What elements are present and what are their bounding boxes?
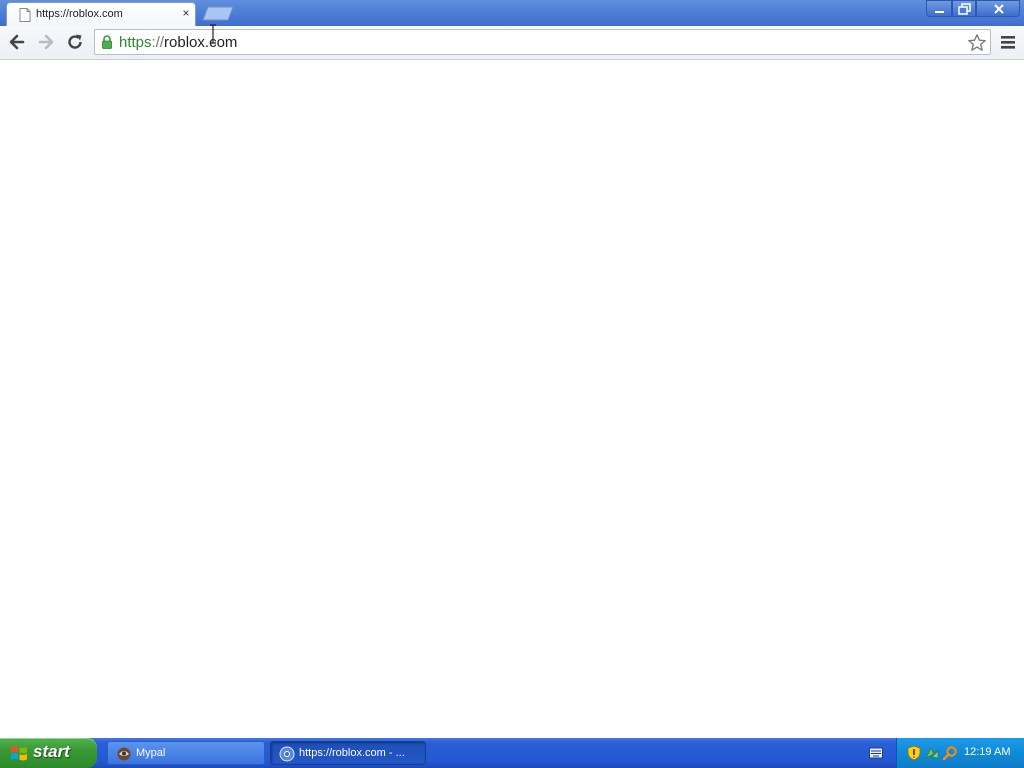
page-content bbox=[0, 60, 1024, 738]
tab-roblox[interactable]: https://roblox.com × bbox=[6, 2, 196, 26]
windows-logo-icon bbox=[11, 746, 27, 761]
taskbar-item-mypal[interactable]: Mypal bbox=[107, 741, 265, 765]
star-icon[interactable] bbox=[967, 33, 987, 53]
minimize-button[interactable] bbox=[926, 0, 952, 17]
text-cursor-icon bbox=[210, 24, 216, 44]
browser-toolbar: https://roblox.com bbox=[0, 26, 1024, 60]
chrome-icon bbox=[279, 746, 295, 762]
arrow-right-icon[interactable] bbox=[36, 32, 56, 52]
taskbar-item-chrome[interactable]: https://roblox.com - ... bbox=[270, 741, 426, 765]
close-icon bbox=[994, 4, 1004, 14]
new-tab-button[interactable] bbox=[202, 6, 234, 21]
url-separator: :// bbox=[151, 34, 165, 51]
url-scheme: https bbox=[119, 34, 152, 51]
arrow-left-icon[interactable] bbox=[7, 32, 27, 52]
lock-icon bbox=[102, 35, 112, 49]
keyboard-icon[interactable] bbox=[869, 747, 883, 759]
reload-icon[interactable] bbox=[65, 32, 85, 52]
close-tab-icon[interactable]: × bbox=[179, 6, 193, 20]
restore-icon bbox=[958, 3, 971, 15]
url-host: roblox.com bbox=[164, 34, 238, 51]
address-url[interactable]: https://roblox.com bbox=[119, 34, 237, 51]
mypal-icon bbox=[117, 747, 131, 761]
system-tray: 12:19 AM bbox=[896, 738, 1024, 768]
hamburger-menu-icon[interactable] bbox=[999, 33, 1017, 51]
taskbar-item-label: https://roblox.com - ... bbox=[299, 747, 405, 759]
start-label: start bbox=[33, 742, 70, 761]
minimize-icon bbox=[935, 11, 944, 13]
address-bar[interactable]: https://roblox.com bbox=[94, 29, 991, 55]
tab-title: https://roblox.com bbox=[36, 8, 123, 20]
browser-titlebar: https://roblox.com × bbox=[0, 0, 1024, 26]
taskbar-item-label: Mypal bbox=[136, 747, 166, 759]
network-icon[interactable] bbox=[924, 745, 940, 761]
page-icon bbox=[19, 8, 31, 22]
restore-button[interactable] bbox=[952, 0, 976, 17]
taskbar: start Mypal https://roblox.com - ... 12:… bbox=[0, 738, 1024, 768]
close-window-button[interactable] bbox=[976, 0, 1020, 17]
search-icon[interactable] bbox=[942, 745, 958, 761]
clock: 12:19 AM bbox=[964, 746, 1011, 758]
start-button[interactable]: start bbox=[0, 738, 97, 768]
security-shield-icon[interactable] bbox=[906, 745, 922, 761]
